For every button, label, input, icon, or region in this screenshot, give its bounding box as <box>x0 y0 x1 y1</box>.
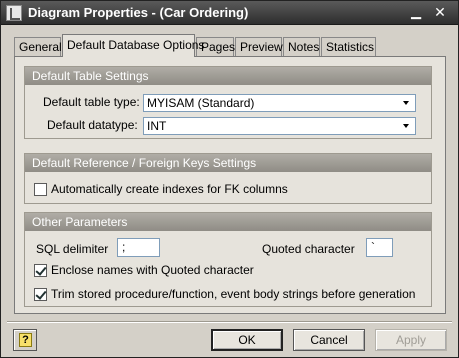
footer-divider <box>7 321 452 323</box>
tab-statistics[interactable]: Statistics <box>321 37 376 56</box>
tab-notes[interactable]: Notes <box>283 37 320 56</box>
minimize-icon[interactable]: ▁ <box>407 4 425 22</box>
trim-body-checkbox[interactable] <box>34 288 47 301</box>
ok-button[interactable]: OK <box>211 329 283 351</box>
table-type-label: Default table type: <box>43 95 140 109</box>
dialog-window: Diagram Properties - (Car Ordering) ▁ ✕ … <box>0 0 459 358</box>
chevron-down-icon <box>403 124 409 128</box>
apply-button[interactable]: Apply <box>375 329 447 351</box>
chevron-down-icon <box>403 101 409 105</box>
trim-body-option[interactable]: Trim stored procedure/function, event bo… <box>34 287 424 303</box>
help-icon: ? <box>19 333 32 347</box>
auto-index-checkbox[interactable] <box>34 183 47 196</box>
enclose-names-option[interactable]: Enclose names with Quoted character <box>34 263 414 279</box>
auto-index-label: Automatically create indexes for FK colu… <box>51 182 288 196</box>
trim-body-label: Trim stored procedure/function, event bo… <box>51 287 416 301</box>
close-icon[interactable]: ✕ <box>431 4 449 22</box>
enclose-names-checkbox[interactable] <box>34 264 47 277</box>
cancel-button[interactable]: Cancel <box>293 329 365 351</box>
group-title: Other Parameters <box>25 213 431 231</box>
sql-delimiter-label: SQL delimiter <box>36 242 109 256</box>
tab-general[interactable]: General <box>14 37 62 56</box>
group-default-table-settings: Default Table Settings Default table typ… <box>24 66 432 139</box>
window-title: Diagram Properties - (Car Ordering) <box>28 5 249 20</box>
enclose-names-label: Enclose names with Quoted character <box>51 263 254 277</box>
tab-panel-default-database-options: Default Table Settings Default table typ… <box>14 56 446 314</box>
title-bar[interactable]: Diagram Properties - (Car Ordering) ▁ ✕ <box>1 1 458 25</box>
tab-default-database-options[interactable]: Default Database Options <box>62 34 204 57</box>
sql-delimiter-input[interactable]: ; <box>117 238 160 257</box>
datatype-label: Default datatype: <box>47 118 138 132</box>
table-type-value: MYISAM (Standard) <box>147 96 255 110</box>
group-fk-settings: Default Reference / Foreign Keys Setting… <box>24 153 432 204</box>
auto-index-option[interactable]: Automatically create indexes for FK colu… <box>34 182 414 198</box>
datatype-select[interactable]: INT <box>143 117 416 135</box>
group-title: Default Table Settings <box>25 67 431 85</box>
tab-preview[interactable]: Preview <box>235 37 283 56</box>
quoted-character-input[interactable]: ` <box>366 238 393 257</box>
quoted-character-label: Quoted character <box>262 242 355 256</box>
diagram-app-icon <box>6 5 22 21</box>
group-other-parameters: Other Parameters SQL delimiter ; Quoted … <box>24 212 432 307</box>
datatype-value: INT <box>147 119 167 133</box>
help-button[interactable]: ? <box>13 329 37 351</box>
table-type-select[interactable]: MYISAM (Standard) <box>143 94 416 112</box>
group-title: Default Reference / Foreign Keys Setting… <box>25 154 431 172</box>
